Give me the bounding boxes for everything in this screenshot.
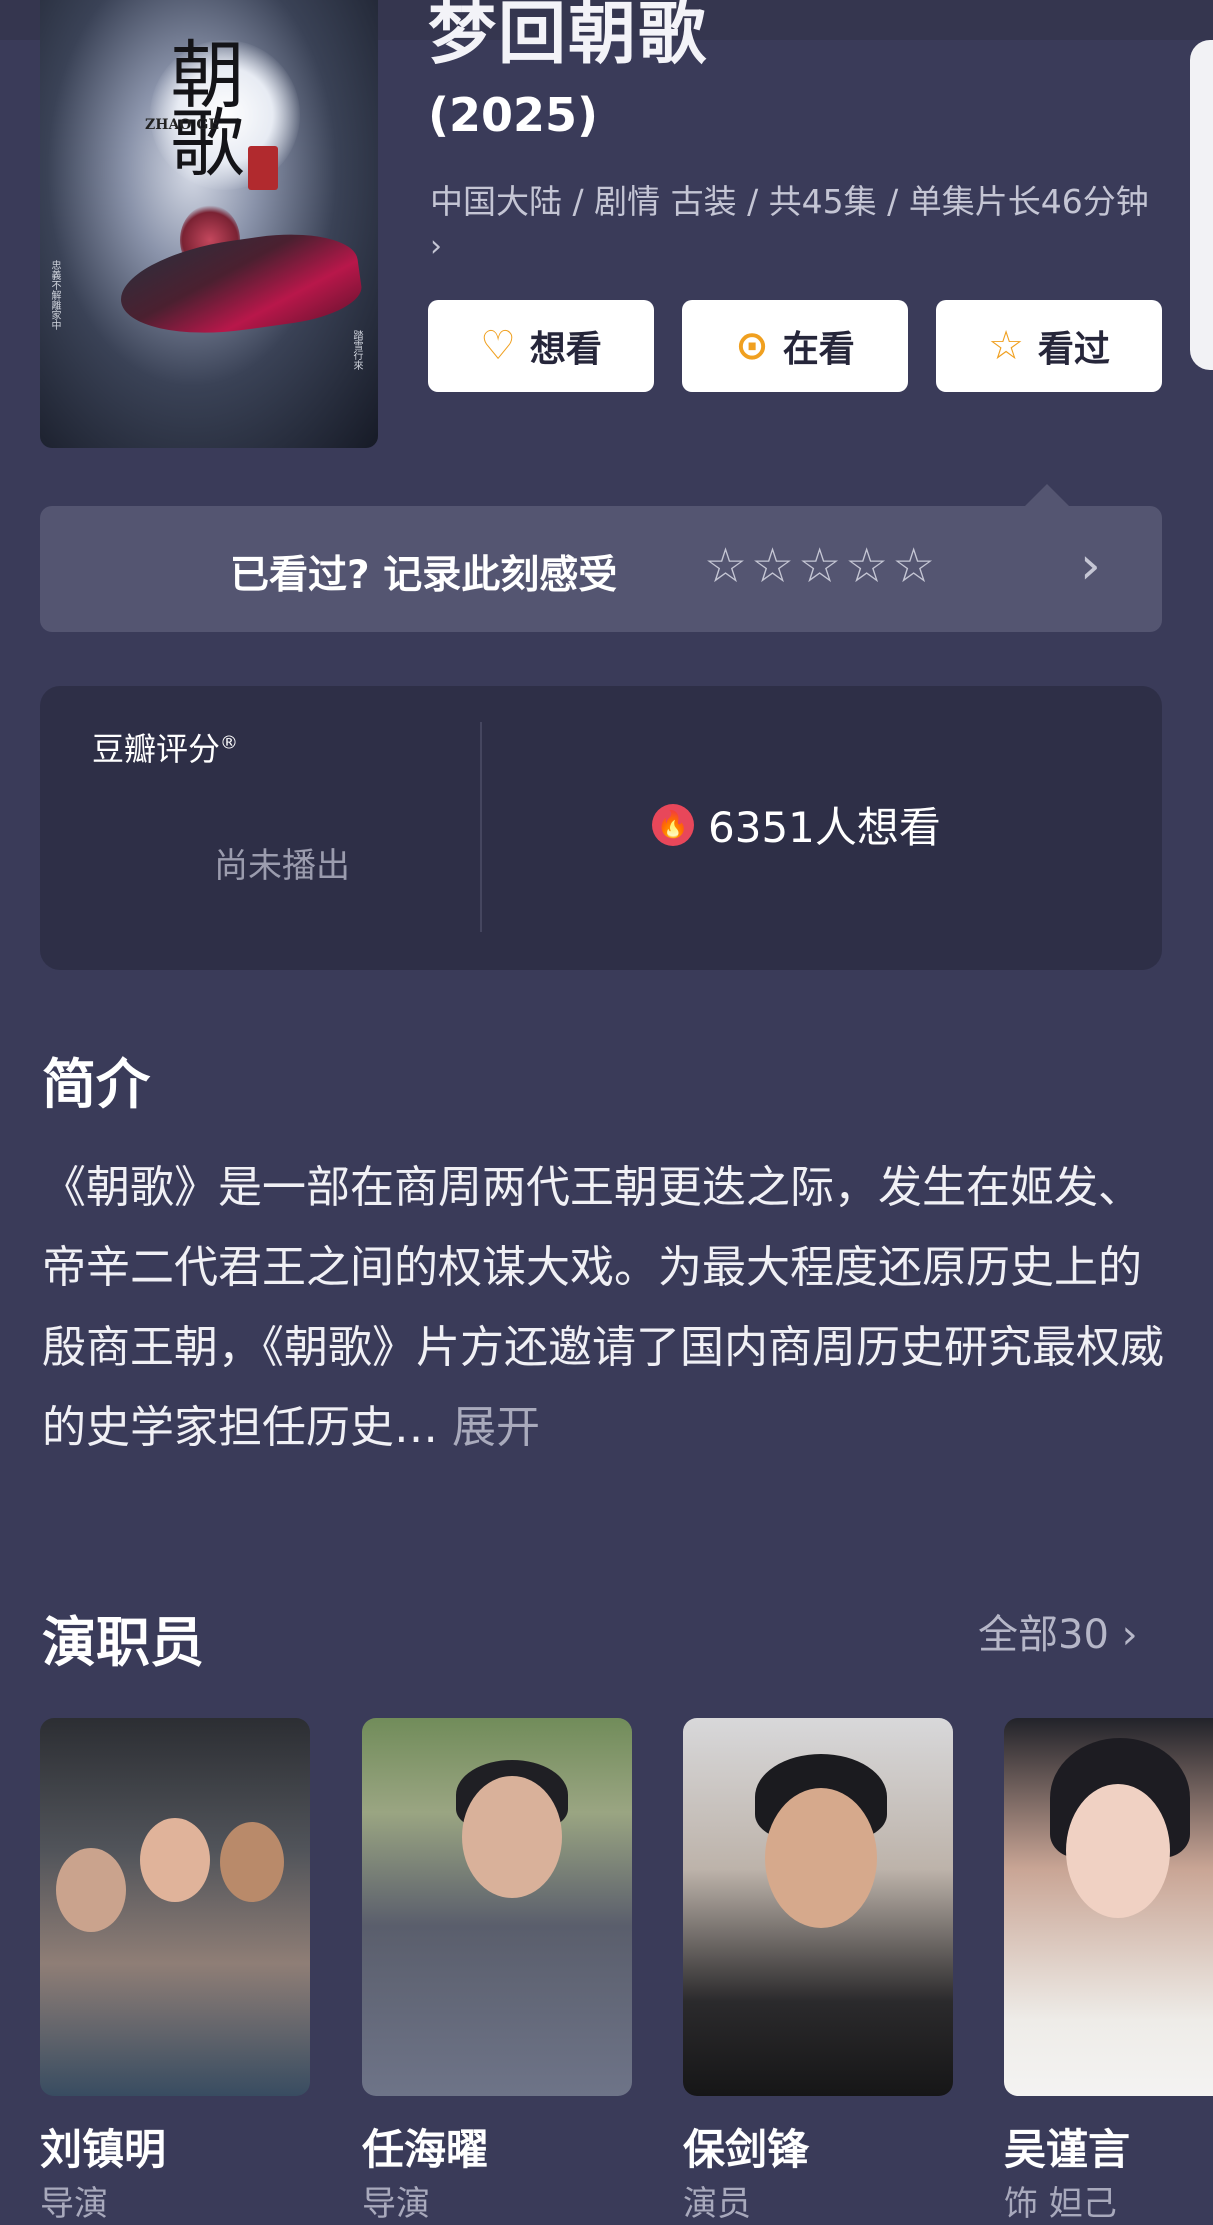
chevron-right-icon: › — [1080, 536, 1101, 596]
show-year: (2025) — [428, 88, 599, 142]
chevron-right-icon: › — [430, 229, 442, 264]
face — [140, 1818, 210, 1902]
rating-stars[interactable]: ☆☆☆☆☆ — [704, 538, 939, 594]
fire-icon: 🔥 — [652, 803, 694, 846]
poster-title-en: ZHAO GE — [145, 117, 220, 133]
chevron-right-icon: › — [1121, 1612, 1138, 1658]
cast-name[interactable]: 刘镇明 — [40, 2116, 166, 2177]
record-bar-pointer — [1025, 484, 1069, 506]
intro-text: 《朝歌》是一部在商周两代王朝更迭之际，发生在姬发、帝辛二代君王之间的权谋大戏。为… — [42, 1162, 1164, 1453]
heart-plus-icon: ♡ — [480, 323, 516, 369]
cast-photo[interactable] — [1004, 1718, 1213, 2096]
cast-role: 饰 妲己 — [1004, 2184, 1117, 2224]
watching-button[interactable]: ⊙ 在看 — [682, 300, 908, 392]
want-count-text: 6351人想看 — [708, 803, 941, 852]
want-button[interactable]: ♡ 想看 — [428, 300, 654, 392]
face — [1066, 1784, 1170, 1918]
cast-name[interactable]: 吴谨言 — [1004, 2116, 1130, 2177]
watched-label: 看过 — [1037, 329, 1110, 370]
rating-card[interactable]: 豆瓣评分® 尚未播出 🔥 6351人想看 — [40, 686, 1162, 970]
expand-link[interactable]: 展开 — [452, 1402, 540, 1453]
show-meta[interactable]: 中国大陆 / 剧情 古装 / 共45集 / 单集片长46分钟 › — [430, 180, 1150, 268]
cast-photo[interactable] — [362, 1718, 632, 2096]
star-icon: ☆ — [988, 323, 1024, 369]
watched-button[interactable]: ☆ 看过 — [936, 300, 1162, 392]
intro-heading: 简介 — [42, 1053, 150, 1116]
target-icon: ⊙ — [735, 323, 769, 369]
rating-status: 尚未播出 — [214, 846, 350, 886]
record-feeling-bar[interactable]: 已看过? 记录此刻感受 ☆☆☆☆☆ › — [40, 506, 1162, 632]
divider — [480, 722, 482, 932]
poster-title: 朝歌 — [158, 36, 244, 172]
face — [765, 1788, 877, 1928]
poster-image[interactable]: 朝歌 ZHAO GE 忠義不解離家中 踏雪行來 — [40, 0, 378, 448]
cast-name[interactable]: 任海曜 — [362, 2116, 488, 2177]
douban-rating-label: 豆瓣评分® — [92, 730, 239, 768]
cast-role: 导演 — [362, 2184, 430, 2224]
poster-figure — [114, 223, 366, 347]
cast-photo[interactable] — [683, 1718, 953, 2096]
cast-role: 导演 — [40, 2184, 108, 2224]
cast-heading: 演职员 — [42, 1611, 204, 1674]
record-prompt: 已看过? 记录此刻感受 — [230, 553, 618, 598]
watching-label: 在看 — [782, 329, 855, 370]
cast-photo[interactable] — [40, 1718, 310, 2096]
poster-caption-right: 踏雪行來 — [351, 330, 362, 370]
poster-seal — [248, 146, 278, 190]
cast-all-link[interactable]: 全部30 › — [978, 1602, 1138, 1660]
cast-name[interactable]: 保剑锋 — [683, 2116, 809, 2177]
want-label: 想看 — [529, 329, 602, 370]
face — [462, 1776, 562, 1898]
side-panel-edge[interactable] — [1190, 40, 1213, 370]
cast-role: 演员 — [683, 2184, 751, 2224]
show-title: 梦回朝歌 — [428, 0, 709, 74]
meta-text: 中国大陆 / 剧情 古装 / 共45集 / 单集片长46分钟 — [430, 182, 1149, 221]
face — [56, 1848, 126, 1932]
poster-caption-left: 忠義不解離家中 — [49, 260, 60, 330]
registered-mark: ® — [220, 732, 239, 754]
face — [220, 1822, 284, 1902]
want-count: 🔥 6351人想看 — [652, 794, 941, 855]
